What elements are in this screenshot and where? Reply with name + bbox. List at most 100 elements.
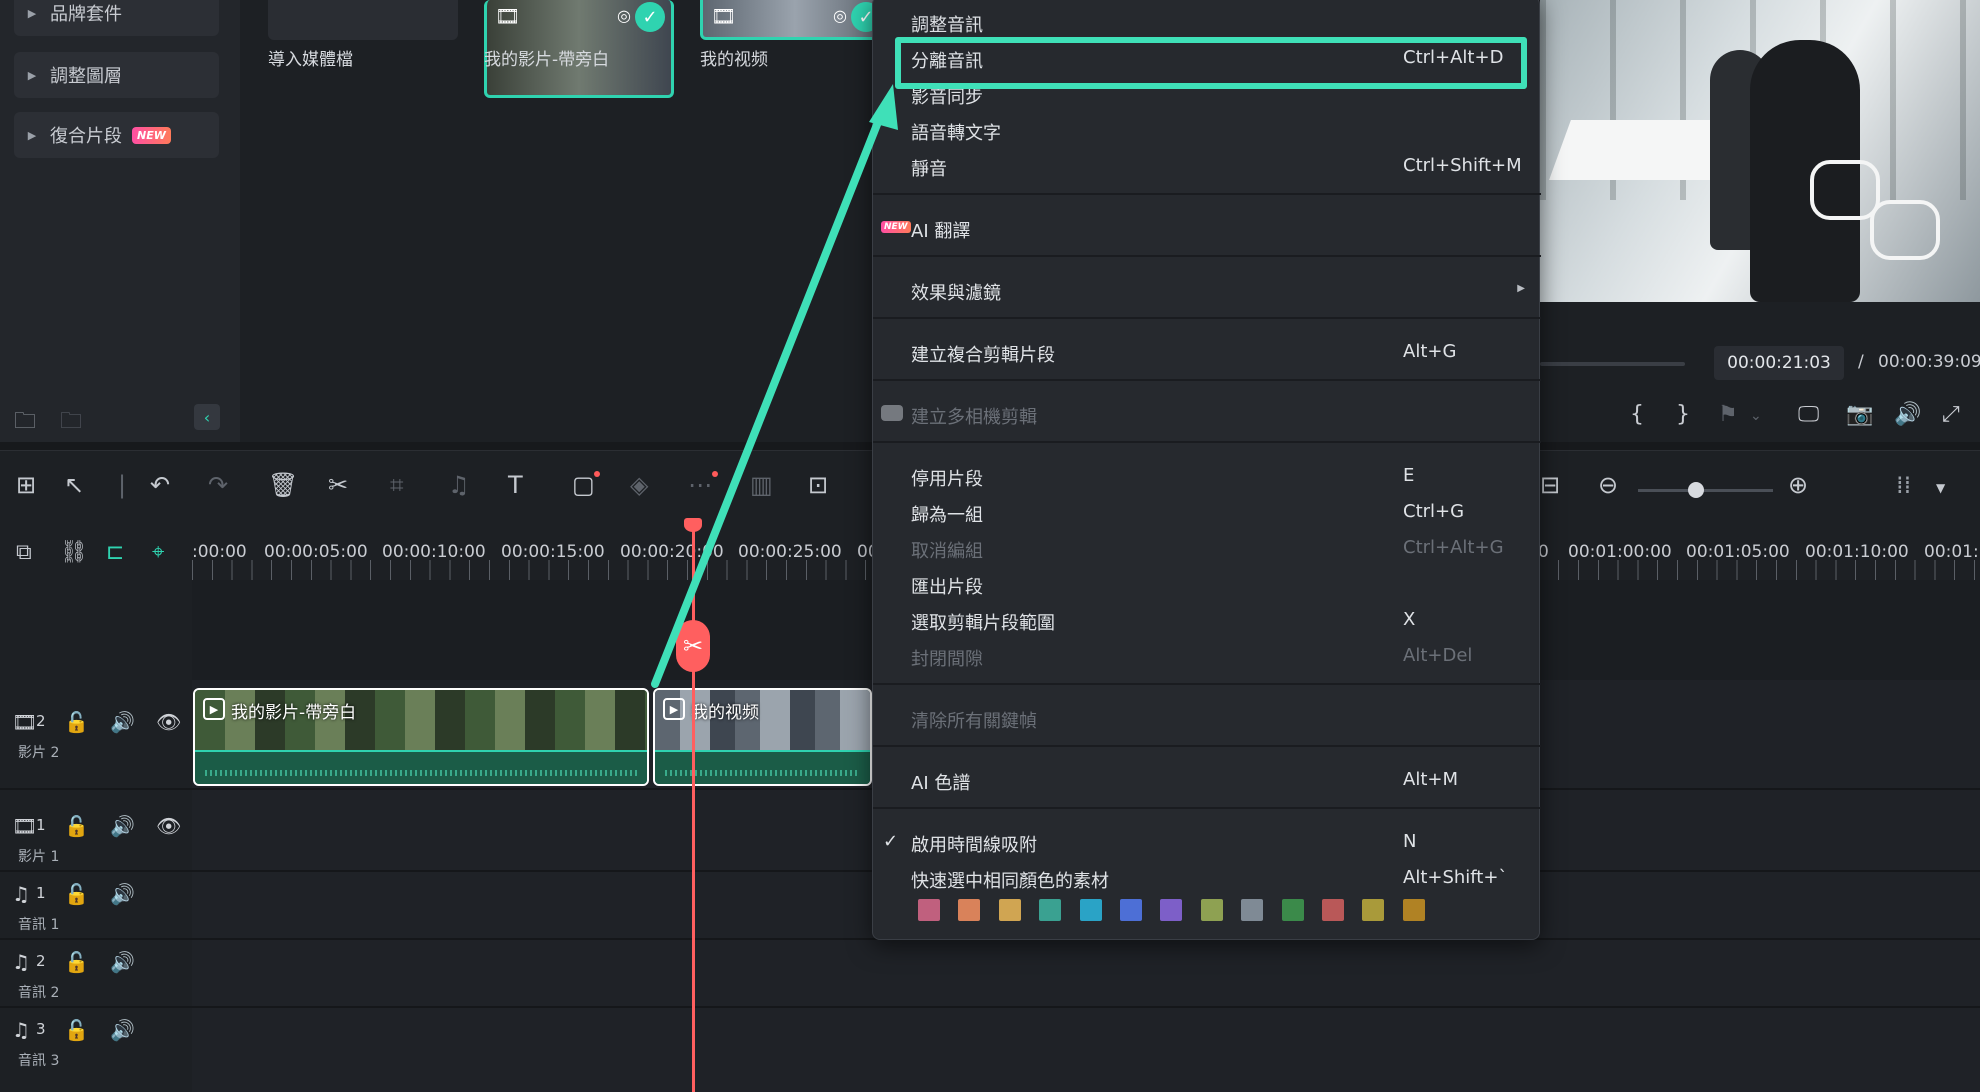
fit-timeline-icon[interactable]: ⊟ [1540, 471, 1560, 499]
menu-item-ai-color-palette[interactable]: AI 色譜 Alt+M [873, 763, 1541, 797]
menu-item-export-clip[interactable]: 匯出片段 [873, 567, 1541, 601]
split-scissors-icon[interactable]: ✂ [676, 620, 710, 672]
display-icon[interactable]: 🖵 [1798, 402, 1819, 427]
menu-item-create-multicam[interactable]: 建立多相機剪輯 [873, 397, 1541, 431]
zoom-in-icon[interactable]: ⊕ [1788, 471, 1808, 499]
chevron-down-icon[interactable]: ⌄ [1750, 408, 1762, 424]
volume-icon[interactable]: 🔊 [110, 1018, 135, 1042]
menu-item-select-range[interactable]: 選取剪輯片段範圍 X [873, 603, 1541, 637]
timeline-clip[interactable]: ▶ 我的影片-帶旁白 [193, 688, 649, 786]
color-swatch[interactable] [998, 899, 1021, 921]
audio-wave-icon[interactable]: ▥ [750, 471, 773, 499]
color-swatch[interactable] [1039, 899, 1062, 921]
text-icon[interactable]: T [508, 471, 523, 499]
import-media-card[interactable] [268, 0, 458, 40]
menu-item-disable-clip[interactable]: 停用片段 E [873, 459, 1541, 493]
zoom-slider-knob[interactable] [1688, 482, 1704, 498]
volume-icon[interactable]: 🔊 [110, 950, 135, 974]
zoom-out-icon[interactable]: ⊖ [1598, 471, 1618, 499]
timeline-clip[interactable]: ▶ 我的视频 [653, 688, 872, 786]
volume-icon[interactable]: 🔊 [110, 814, 135, 838]
music-note-icon: ♫ [12, 882, 30, 906]
link-icon[interactable]: ⛓ [60, 540, 88, 565]
menu-item-clear-keyframes[interactable]: 清除所有關鍵幀 [873, 701, 1541, 735]
color-swatch[interactable] [958, 899, 981, 921]
menu-item-ai-translate[interactable]: NEW AI 翻譯 [873, 211, 1541, 245]
preview-video-frame [1540, 0, 1980, 302]
menu-item-timeline-snapping[interactable]: ✓ 啟用時間線吸附 N [873, 825, 1541, 859]
menu-item-adjust-audio[interactable]: 調整音訊 [873, 5, 1541, 39]
menu-item-effects-filters[interactable]: 效果與濾鏡 ▶ [873, 273, 1541, 307]
layout-icon[interactable]: ⊞ [16, 471, 36, 499]
color-swatch[interactable] [1362, 899, 1385, 921]
track-number: 1 [36, 884, 46, 902]
fullscreen-icon[interactable]: ⤢ [1942, 402, 1960, 427]
volume-icon[interactable]: 🔊 [110, 882, 135, 906]
mask-icon[interactable]: ◈ [630, 471, 648, 499]
track-label: 影片 2 [18, 745, 60, 761]
audio-edit-icon[interactable]: ♫ [448, 471, 470, 499]
menu-item-group[interactable]: 歸為一組 Ctrl+G [873, 495, 1541, 529]
zoom-slider[interactable] [1638, 489, 1773, 492]
new-folder-icon[interactable]: 🗀 [14, 404, 36, 442]
shape-icon[interactable]: ▢ [572, 471, 595, 499]
cut-icon[interactable]: ✂ [328, 471, 348, 499]
speed-icon[interactable]: ⋯ [688, 471, 712, 499]
volume-icon[interactable]: 🔊 [110, 710, 135, 734]
more-options-icon[interactable]: ⁞⁞ [1896, 471, 1911, 499]
magnetic-icon[interactable]: ⊏ [106, 540, 124, 565]
current-timecode[interactable]: 00:00:21:03 [1714, 346, 1844, 380]
color-swatch[interactable] [1281, 899, 1304, 921]
color-swatch[interactable] [1200, 899, 1223, 921]
menu-item-ungroup[interactable]: 取消編組 Ctrl+Alt+G [873, 531, 1541, 565]
lock-icon[interactable]: 🔓 [64, 882, 89, 906]
sidebar-item-brand-kit[interactable]: ▶ 品牌套件 [14, 0, 219, 36]
add-track-icon[interactable]: ⧉ [16, 540, 32, 565]
sidebar-item-compound-clip[interactable]: ▶ 復合片段 NEW [14, 112, 219, 158]
color-swatch[interactable] [918, 899, 940, 921]
menu-item-close-gap[interactable]: 封閉間隙 Alt+Del [873, 639, 1541, 673]
sidebar: ▶ 品牌套件 ▶ 調整圖層 ▶ 復合片段 NEW 🗀 🗀 ‹ [0, 0, 240, 442]
delete-folder-icon[interactable]: 🗀 [60, 404, 82, 442]
lock-icon[interactable]: 🔓 [64, 814, 89, 838]
snapshot-icon[interactable]: 📷 [1846, 402, 1873, 427]
menu-item-select-same-color[interactable]: 快速選中相同顏色的素材 Alt+Shift+` [873, 861, 1541, 895]
lock-icon[interactable]: 🔓 [64, 1018, 89, 1042]
menu-item-create-compound-clip[interactable]: 建立複合剪輯片段 Alt+G [873, 335, 1541, 369]
lock-icon[interactable]: 🔓 [64, 950, 89, 974]
collapse-sidebar-button[interactable]: ‹ [194, 404, 220, 430]
mark-in-icon[interactable]: { [1630, 402, 1644, 427]
menu-item-speech-to-text[interactable]: 語音轉文字 [873, 113, 1541, 147]
caret-right-icon: ▶ [27, 128, 37, 142]
eye-icon[interactable]: 👁 [156, 814, 181, 838]
volume-icon[interactable]: 🔊 [1894, 402, 1921, 427]
playhead[interactable] [692, 520, 695, 1092]
crop-icon[interactable]: ⌗ [390, 471, 404, 499]
preview-progress-bar[interactable] [1540, 362, 1685, 366]
snap-icon[interactable]: ⌖ [152, 540, 164, 565]
submenu-arrow-icon: ▶ [1517, 283, 1525, 294]
media-thumbnail[interactable]: 🎞 ◎ ✓ [700, 0, 890, 40]
menu-item-mute[interactable]: 靜音 Ctrl+Shift+M [873, 149, 1541, 183]
check-icon: ✓ [635, 2, 665, 32]
color-swatch[interactable] [1160, 899, 1183, 921]
color-swatch[interactable] [1079, 899, 1102, 921]
track-header-audio-2: ♫ 2 🔓 🔊 音訊 2 [0, 940, 192, 1006]
color-swatch[interactable] [1241, 899, 1264, 921]
sidebar-item-adjustment-layer[interactable]: ▶ 調整圖層 [14, 52, 219, 98]
undo-icon[interactable]: ↶ [150, 471, 170, 499]
redo-icon[interactable]: ↷ [208, 471, 228, 499]
speech-to-text-icon[interactable]: ⊡ [808, 471, 828, 499]
eye-icon[interactable]: 👁 [156, 710, 181, 734]
playhead-handle[interactable] [684, 518, 702, 532]
track-label: 音訊 1 [18, 917, 60, 933]
color-swatch[interactable] [1322, 899, 1344, 921]
select-tool-icon[interactable]: ↖ [64, 471, 84, 499]
lock-icon[interactable]: 🔓 [64, 710, 89, 734]
delete-icon[interactable]: 🗑 [268, 471, 298, 499]
color-swatch[interactable] [1120, 899, 1142, 921]
color-swatch[interactable] [1402, 899, 1425, 921]
chevron-down-icon[interactable]: ▼ [1936, 481, 1945, 495]
mark-out-icon[interactable]: } [1676, 402, 1690, 427]
marker-icon[interactable]: ⚑ [1718, 402, 1738, 427]
